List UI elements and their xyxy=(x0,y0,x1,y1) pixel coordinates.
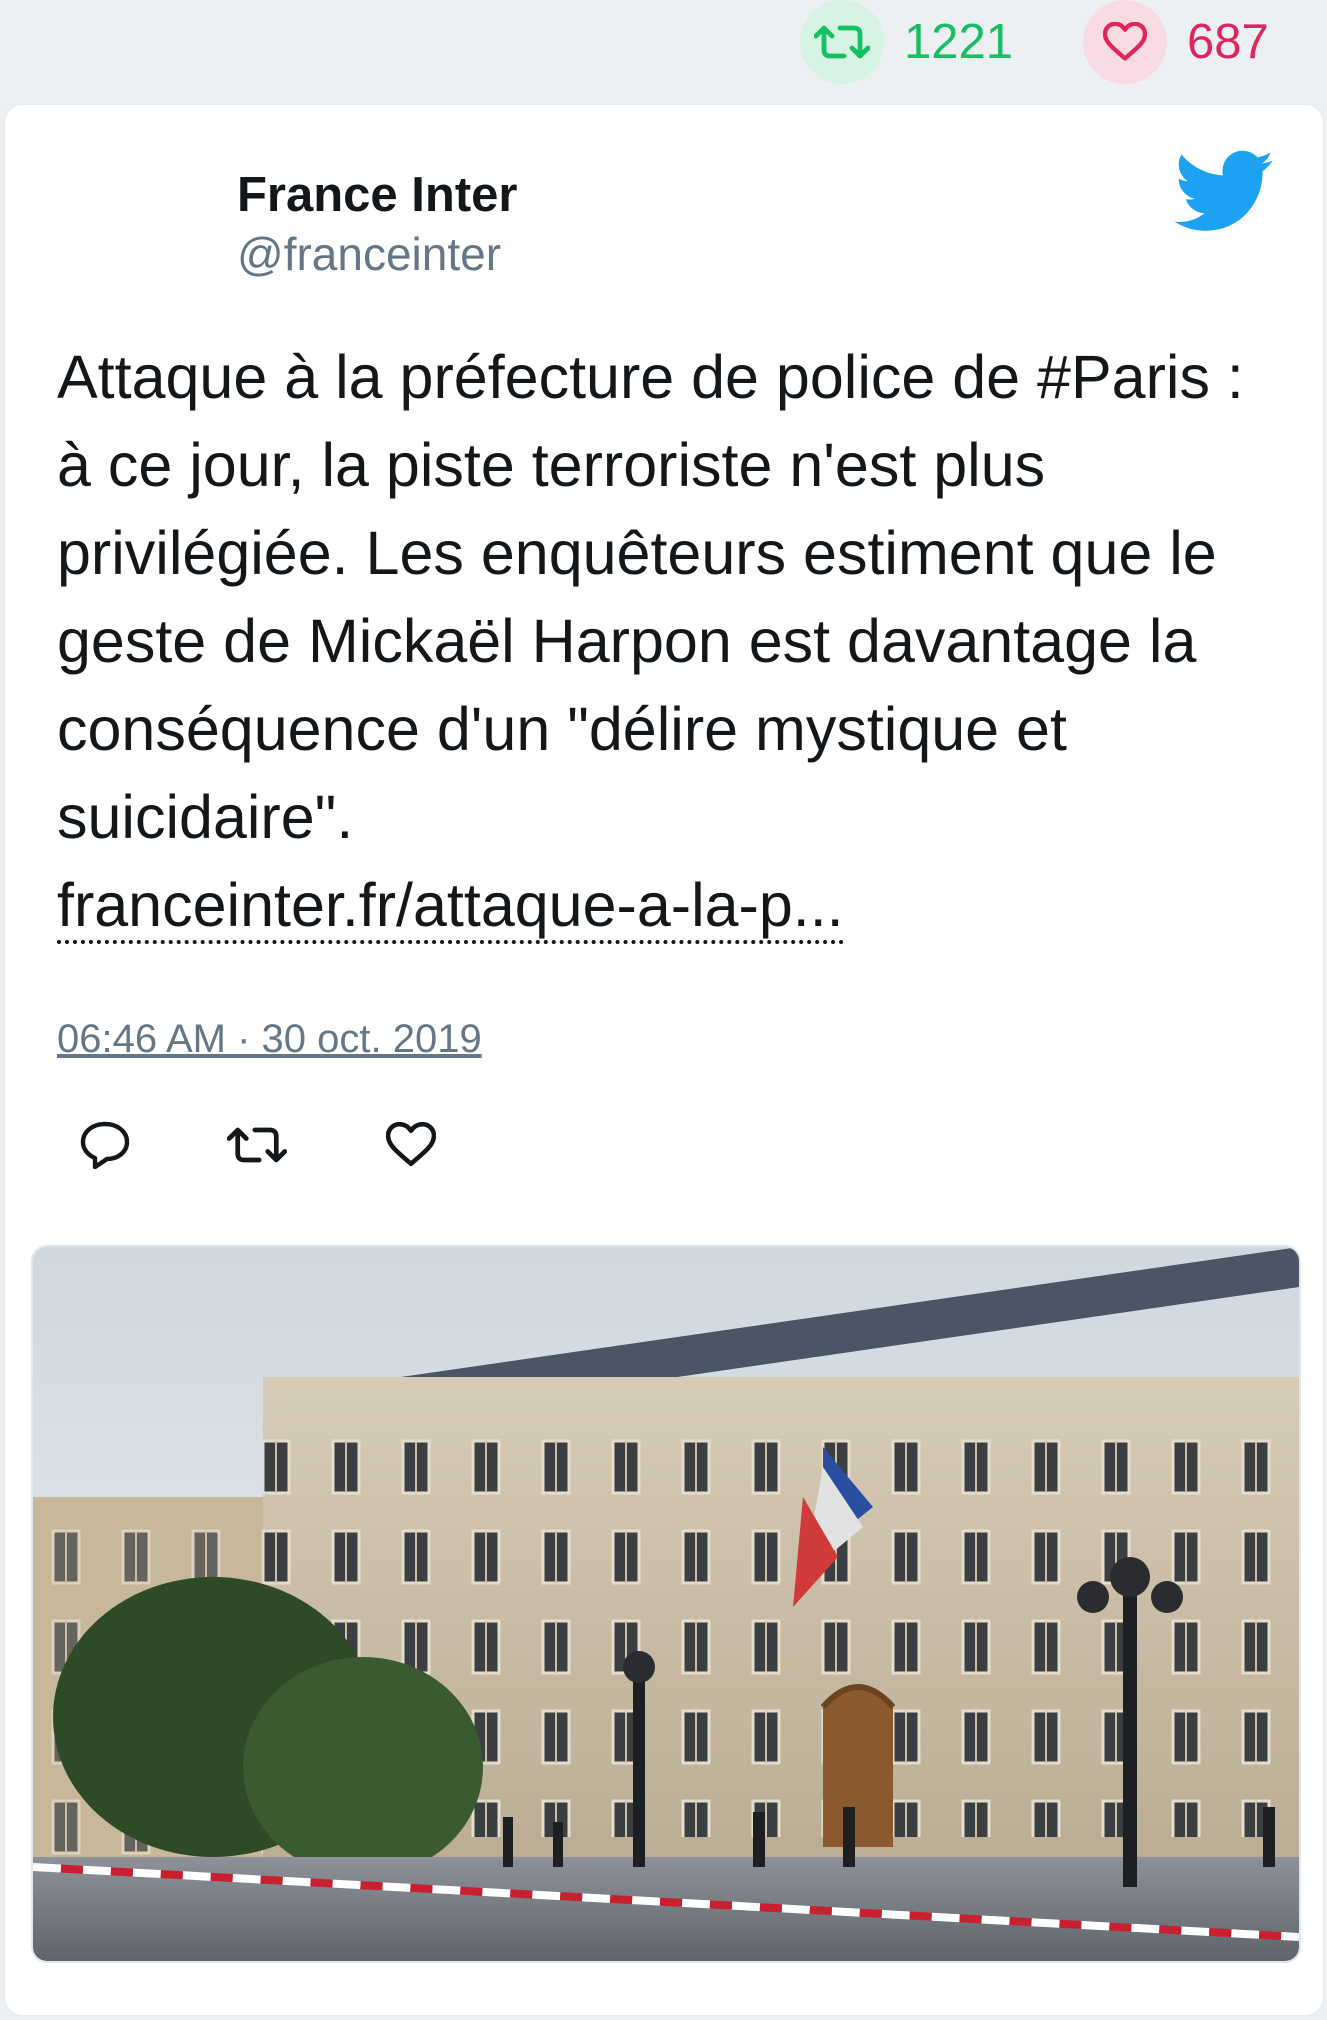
retweet-icon xyxy=(227,1127,287,1163)
retweet-icon xyxy=(800,0,884,84)
photo-building-facade xyxy=(33,1247,1299,1961)
reply-icon xyxy=(80,1121,130,1170)
tweet-text: Attaque à la préfecture de police de #Pa… xyxy=(57,333,1287,949)
tweet-card: France Inter @franceinter Attaque à la p… xyxy=(4,104,1324,2016)
like-button[interactable] xyxy=(381,1115,441,1175)
tweet-timestamp[interactable]: 06:46 AM · 30 oct. 2019 xyxy=(57,1017,482,1062)
retweet-button[interactable] xyxy=(227,1115,287,1175)
engagement-summary: 1221 687 xyxy=(0,0,1327,90)
like-count: 687 xyxy=(1187,15,1269,69)
author-name[interactable]: France Inter xyxy=(237,167,517,223)
article-link[interactable]: franceinter.fr/attaque-a-la-p... xyxy=(57,870,844,944)
heart-icon xyxy=(1083,0,1167,84)
retweet-count: 1221 xyxy=(904,15,1014,69)
tweet-body: Attaque à la préfecture de police de #Pa… xyxy=(57,343,1244,851)
like-icon xyxy=(386,1122,436,1167)
twitter-bird-icon[interactable] xyxy=(1175,147,1275,237)
tweet-media-photo[interactable] xyxy=(31,1245,1301,1963)
avatar[interactable] xyxy=(61,165,171,275)
retweet-count-stat[interactable]: 1221 xyxy=(800,0,1013,84)
like-count-stat[interactable]: 687 xyxy=(1083,0,1269,84)
reply-button[interactable] xyxy=(75,1115,135,1175)
author-handle[interactable]: @franceinter xyxy=(237,227,501,281)
